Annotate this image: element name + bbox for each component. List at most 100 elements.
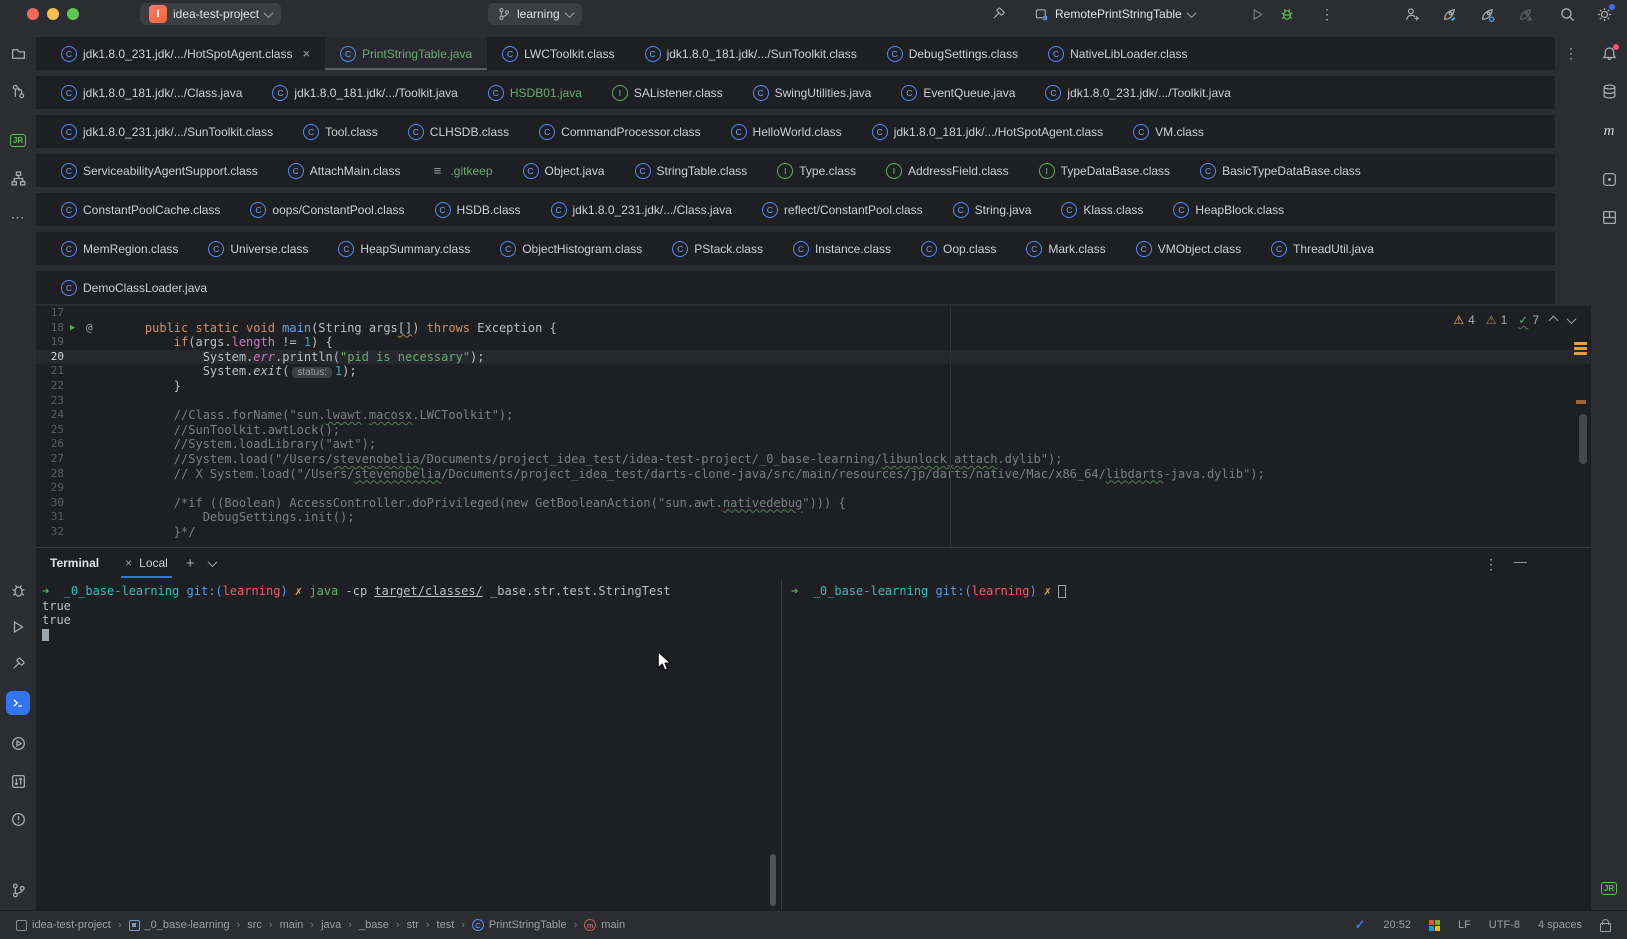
- editor-tab[interactable]: CNativeLibLoader.class: [1033, 37, 1202, 70]
- terminal-tool-button[interactable]: [0, 685, 36, 721]
- line-number[interactable]: 24: [36, 408, 64, 423]
- editor-tab[interactable]: ISAListener.class: [597, 76, 738, 109]
- code-line[interactable]: 17: [36, 306, 1591, 321]
- database-tool-button[interactable]: [1591, 73, 1627, 109]
- editor-tab[interactable]: Cjdk1.8.0_231.jdk/.../Class.java: [536, 193, 747, 226]
- editor-tab[interactable]: Cjdk1.8.0_181.jdk/.../Class.java: [46, 76, 257, 109]
- breadcrumb-item[interactable]: test: [437, 919, 455, 931]
- editor-tab[interactable]: CHSDB.class: [420, 193, 536, 226]
- dependencies-tool-button[interactable]: [0, 763, 36, 799]
- code-line[interactable]: 19 if(args.length != 1) {: [36, 335, 1591, 350]
- hide-terminal-button[interactable]: —: [1514, 554, 1527, 569]
- project-widget[interactable]: I idea-test-project: [140, 3, 281, 25]
- breadcrumb-item[interactable]: main: [280, 919, 304, 931]
- line-number[interactable]: 18: [36, 321, 64, 336]
- editor-tab[interactable]: CObjectHistogram.class: [485, 232, 657, 265]
- services-tool-button[interactable]: [0, 725, 36, 761]
- line-number[interactable]: 30: [36, 496, 64, 511]
- terminal-options-button[interactable]: ⋮: [1484, 556, 1499, 573]
- line-number[interactable]: 17: [36, 306, 64, 321]
- notifications-tool-button[interactable]: [1591, 35, 1627, 71]
- editor-tab[interactable]: CStringTable.class: [620, 154, 763, 187]
- jrebel-tool-button[interactable]: JR: [0, 122, 36, 158]
- structure-tool-button[interactable]: [0, 160, 36, 196]
- code-line[interactable]: 32 }*/: [36, 525, 1591, 540]
- line-ending-indicator[interactable]: LF: [1458, 919, 1471, 931]
- editor-tab[interactable]: CCLHSDB.class: [393, 115, 524, 148]
- code-line[interactable]: 23: [36, 394, 1591, 409]
- editor-tab[interactable]: CPStack.class: [657, 232, 778, 265]
- pull-requests-tool-button[interactable]: [0, 73, 36, 109]
- breadcrumb-item[interactable]: _0_base-learning: [129, 919, 230, 931]
- editor-tab[interactable]: CSwingUtilities.java: [738, 76, 887, 109]
- plugins-tool-button[interactable]: [1591, 199, 1627, 235]
- indent-indicator[interactable]: 4 spaces: [1538, 919, 1582, 931]
- editor-tab[interactable]: CInstance.class: [778, 232, 906, 265]
- editor-tab[interactable]: CHeapSummary.class: [323, 232, 485, 265]
- editor-tab[interactable]: CUniverse.class: [193, 232, 323, 265]
- run-tool-button[interactable]: [0, 609, 36, 645]
- colored-grid-icon[interactable]: [1429, 920, 1440, 931]
- line-number[interactable]: 28: [36, 467, 64, 482]
- breadcrumb-item[interactable]: src: [247, 919, 262, 931]
- run-button[interactable]: [1250, 0, 1265, 28]
- line-number[interactable]: 29: [36, 481, 64, 496]
- line-number[interactable]: 19: [36, 335, 64, 350]
- close-icon[interactable]: ×: [302, 46, 310, 61]
- build-button[interactable]: [990, 0, 1006, 28]
- profiler-disabled-button[interactable]: [1517, 0, 1534, 28]
- editor-tab[interactable]: CConstantPoolCache.class: [46, 193, 235, 226]
- code-line[interactable]: 18▶@ public static void main(String args…: [36, 321, 1591, 336]
- breadcrumb-item[interactable]: java: [321, 919, 341, 931]
- code-line[interactable]: 25 //SunToolkit.awtLock();: [36, 423, 1591, 438]
- editor-tab[interactable]: CMemRegion.class: [46, 232, 193, 265]
- code-editor[interactable]: 1718▶@ public static void main(String ar…: [36, 306, 1591, 547]
- more-tool-windows-button[interactable]: ⋯: [0, 199, 36, 235]
- readonly-lock-icon[interactable]: [1600, 923, 1611, 932]
- line-number[interactable]: 32: [36, 525, 64, 540]
- editor-tab[interactable]: CString.java: [938, 193, 1047, 226]
- code-line[interactable]: 26 //System.loadLibrary("awt");: [36, 437, 1591, 452]
- run-config-selector[interactable]: RemotePrintStringTable: [1034, 0, 1195, 28]
- code-line[interactable]: 21 System.exit(status:1);: [36, 364, 1591, 379]
- branch-widget[interactable]: learning: [488, 3, 582, 25]
- code-line[interactable]: 28 // X System.load("/Users/stevenobelia…: [36, 467, 1591, 482]
- editor-tab[interactable]: CKlass.class: [1046, 193, 1158, 226]
- editor-tab[interactable]: CPrintStringTable.java: [325, 37, 487, 70]
- editor-tab[interactable]: CHSDB01.java: [473, 76, 597, 109]
- editor-tab[interactable]: COop.class: [906, 232, 1011, 265]
- terminal-tab-local[interactable]: × Local: [121, 548, 172, 578]
- code-line[interactable]: 31 DebugSettings.init();: [36, 510, 1591, 525]
- gradle-tool-button[interactable]: [1591, 161, 1627, 197]
- editor-tab[interactable]: CVMObject.class: [1121, 232, 1256, 265]
- terminal-pane-right[interactable]: ➜ _0_base-learning git:(learning) ✗: [782, 579, 1591, 910]
- editor-tab[interactable]: Cjdk1.8.0_231.jdk/.../Toolkit.java: [1030, 76, 1245, 109]
- window-zoom-button[interactable]: [67, 8, 79, 20]
- more-actions-button[interactable]: ⋮: [1320, 0, 1335, 28]
- terminal-scrollbar-thumb[interactable]: [770, 854, 776, 906]
- close-icon[interactable]: ×: [125, 556, 132, 570]
- code-line[interactable]: 24 //Class.forName("sun.lwawt.macosx.LWC…: [36, 408, 1591, 423]
- code-line[interactable]: 29: [36, 481, 1591, 496]
- jrebel-status-button[interactable]: JR: [1591, 870, 1627, 906]
- line-number[interactable]: 23: [36, 394, 64, 409]
- run-line-icon[interactable]: ▶: [70, 321, 75, 336]
- breadcrumb-item[interactable]: idea-test-project: [16, 919, 111, 931]
- editor-tab[interactable]: Cjdk1.8.0_181.jdk/.../Toolkit.java: [257, 76, 472, 109]
- editor-tab[interactable]: CThreadUtil.java: [1256, 232, 1389, 265]
- project-tool-button[interactable]: [0, 35, 36, 71]
- editor-tab[interactable]: CVM.class: [1118, 115, 1219, 148]
- line-number[interactable]: 25: [36, 423, 64, 438]
- editor-tab[interactable]: IType.class: [762, 154, 871, 187]
- new-terminal-button[interactable]: +: [186, 555, 195, 572]
- code-line[interactable]: 27 //System.load("/Users/stevenobelia/Do…: [36, 452, 1591, 467]
- breadcrumb-item[interactable]: _base: [359, 919, 389, 931]
- debug-button[interactable]: [1279, 0, 1295, 28]
- editor-tab[interactable]: Creflect/ConstantPool.class: [747, 193, 938, 226]
- line-number[interactable]: 26: [36, 437, 64, 452]
- editor-tab[interactable]: CHelloWorld.class: [716, 115, 857, 148]
- code-line[interactable]: 20 System.err.println("pid is necessary"…: [36, 350, 1591, 365]
- debug-tool-button[interactable]: [0, 572, 36, 608]
- build-tool-button[interactable]: [0, 646, 36, 682]
- editor-tab[interactable]: CMark.class: [1011, 232, 1120, 265]
